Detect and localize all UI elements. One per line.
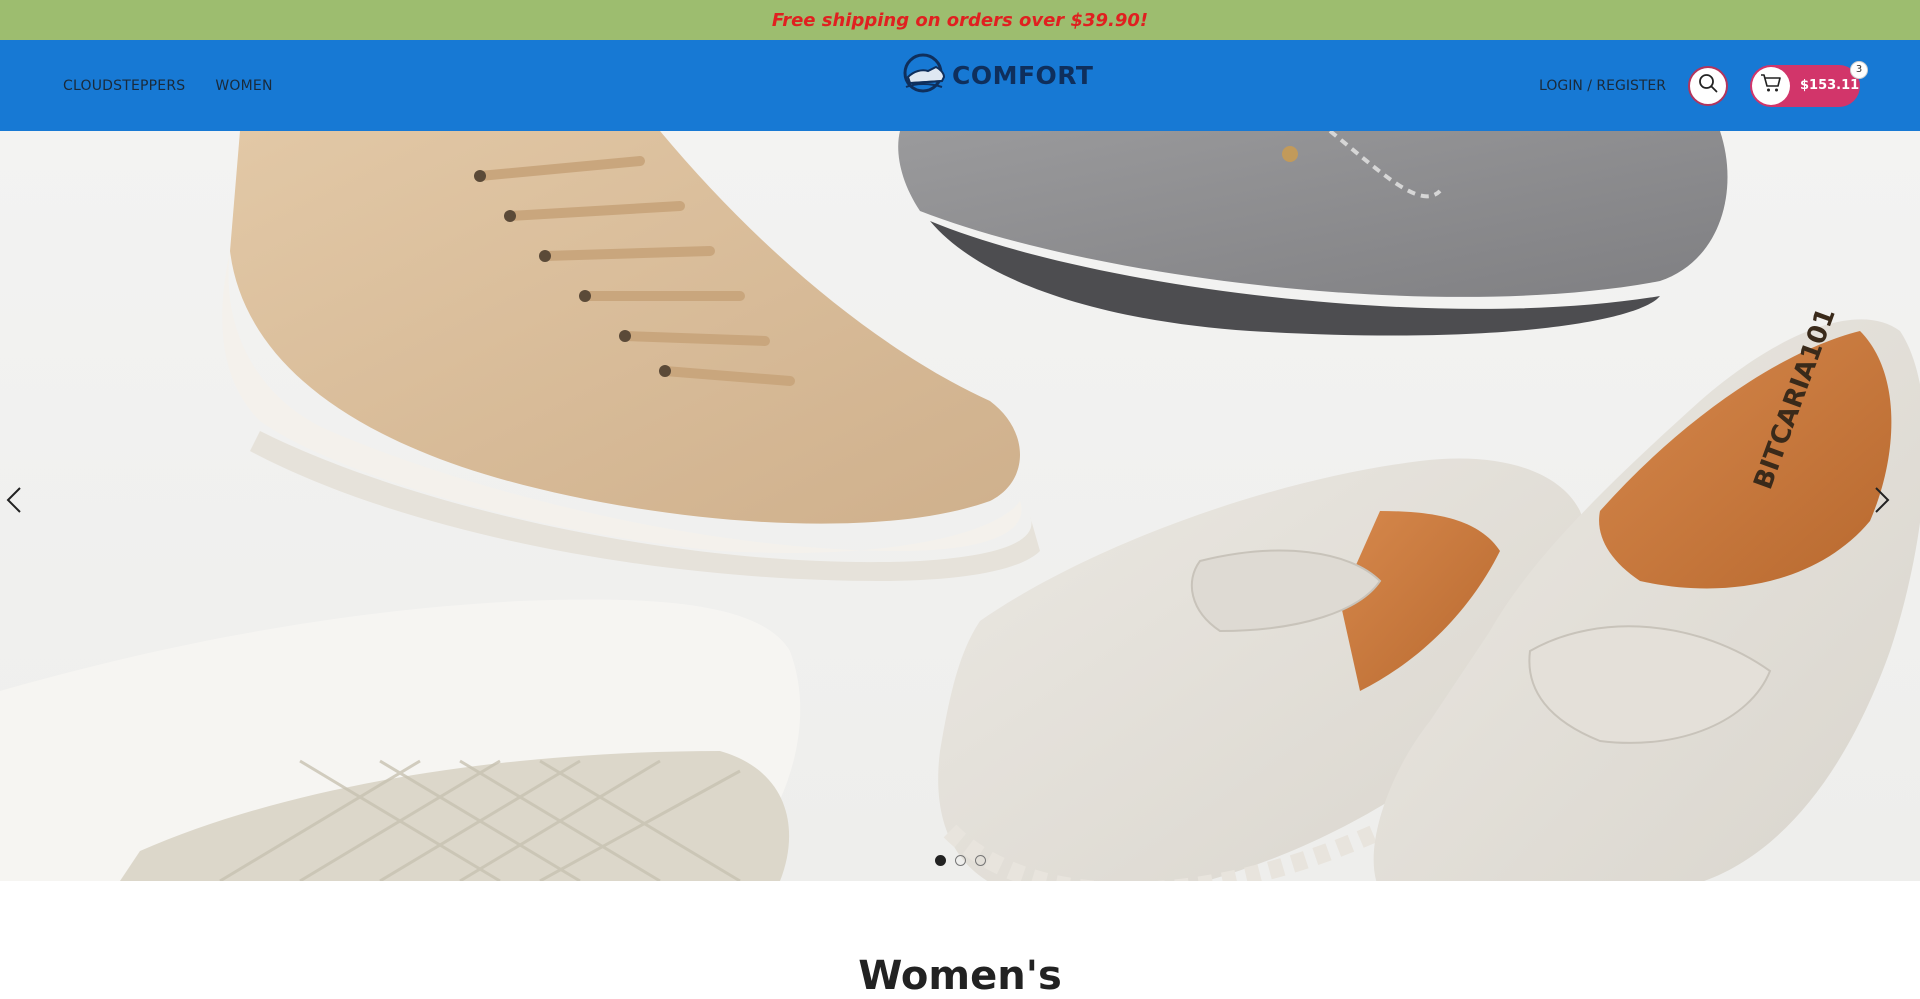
site-logo[interactable]: COMFORT [902,53,1094,98]
slider-dot-3[interactable] [974,855,986,866]
nav-link-women[interactable]: WOMEN [215,78,272,94]
main-nav: CLOUDSTEPPERS WOMEN [63,40,273,131]
promo-text: Free shipping on orders over $39.90! [771,9,1149,31]
slider-dots [0,855,1920,866]
header-actions: LOGIN / REGISTER $153.11 3 [1539,40,1868,131]
slider-dot-1[interactable] [934,855,946,866]
logo-text: COMFORT [952,60,1094,90]
cart-total: $153.11 [1800,78,1860,93]
shoe-logo-icon [902,53,948,98]
search-button[interactable] [1688,65,1728,106]
hero-slider[interactable]: BITCARIA101 [0,131,1920,881]
login-register-link[interactable]: LOGIN / REGISTER [1539,78,1666,94]
cart-icon [1760,73,1782,98]
nav-link-cloudsteppers[interactable]: CLOUDSTEPPERS [63,78,185,94]
promo-bar: Free shipping on orders over $39.90! [0,0,1920,40]
slider-prev-button[interactable] [6,486,46,526]
slider-dot-2[interactable] [954,855,966,866]
search-icon [1698,73,1718,98]
section-title: Women's [858,953,1062,999]
slider-next-button[interactable] [1874,486,1914,526]
cart-count-badge: 3 [1850,60,1868,79]
site-header: CLOUDSTEPPERS WOMEN COMFORT LOGIN / REGI… [0,40,1920,131]
cart-button[interactable]: $153.11 3 [1750,60,1868,107]
hero-image: BITCARIA101 [0,131,1920,881]
